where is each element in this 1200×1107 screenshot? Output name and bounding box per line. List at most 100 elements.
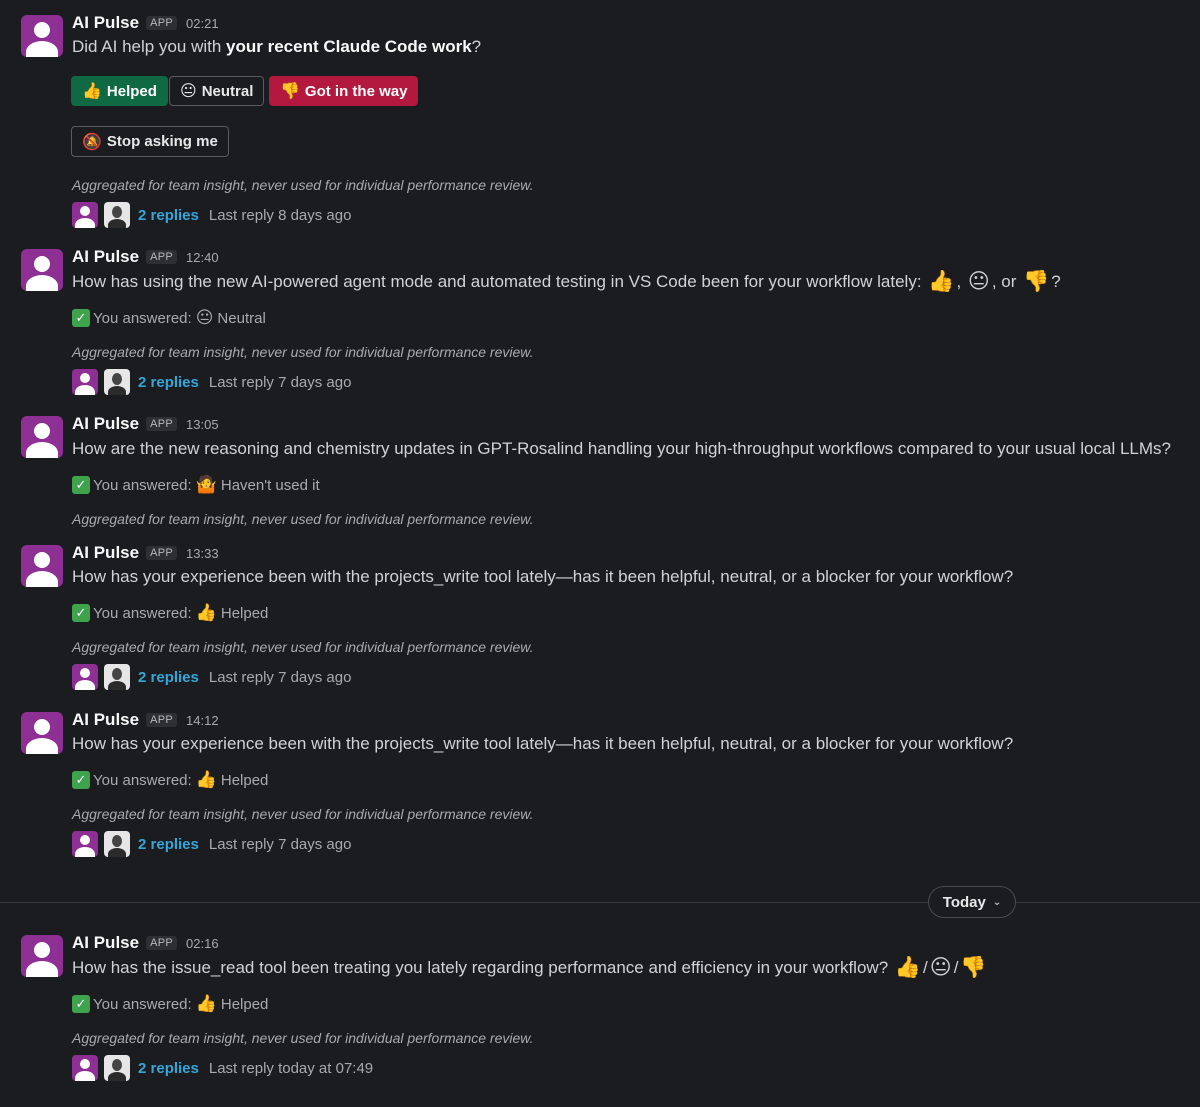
bell-off-icon: 🔕 [82, 133, 102, 151]
app-avatar-small [72, 664, 98, 690]
timestamp[interactable]: 14:12 [186, 713, 219, 728]
thumbs-down-icon: 👎 [280, 83, 300, 100]
last-reply: Last reply 7 days ago [208, 373, 352, 391]
replies-link[interactable]: 2 replies [138, 669, 199, 686]
thumbs-down-icon: 👎 [960, 956, 987, 979]
thumbs-up-icon: 👍 [894, 956, 922, 979]
app-tag: APP [146, 417, 178, 431]
app-tag: APP [146, 546, 178, 560]
user-avatar-small [104, 202, 130, 228]
neutral-face-icon: 😐 [929, 956, 952, 979]
message-text: How has your experience been with the pr… [72, 734, 1014, 753]
message-header: AI Pulse APP 02:21 [72, 13, 219, 35]
user-avatar-small [104, 831, 130, 857]
app-tag: APP [146, 250, 178, 264]
thumbs-up-icon: 👍 [195, 994, 217, 1013]
sender-name[interactable]: AI Pulse [72, 414, 139, 434]
sender-name[interactable]: AI Pulse [72, 13, 139, 33]
thread-replies[interactable]: 2 replies Last reply 7 days ago [72, 664, 351, 690]
neutral-face-icon: 😐 [180, 83, 197, 100]
replies-link[interactable]: 2 replies [138, 374, 199, 391]
last-reply: Last reply 8 days ago [208, 206, 352, 224]
neutral-face-icon: 😐 [967, 270, 990, 293]
sender-name[interactable]: AI Pulse [72, 247, 139, 267]
app-avatar-small [72, 202, 98, 228]
check-icon: ✓ [72, 604, 90, 622]
replies-link[interactable]: 2 replies [138, 836, 199, 853]
timestamp[interactable]: 02:16 [186, 936, 219, 951]
helped-button[interactable]: 👍 Helped [71, 76, 168, 106]
answer-status: ✓ You answered: 👍 Helped [72, 603, 268, 623]
thumbs-up-icon: 👍 [82, 83, 102, 100]
shrug-icon: 🤷 [195, 475, 217, 494]
chevron-down-icon: ⌄ [992, 896, 1002, 908]
check-icon: ✓ [72, 771, 90, 789]
app-tag: APP [146, 713, 178, 727]
user-avatar-small [104, 369, 130, 395]
message-text: How has your experience been with the pr… [72, 567, 1014, 586]
app-avatar-small [72, 831, 98, 857]
answer-status: ✓ You answered: 😐 Neutral [72, 308, 266, 328]
message-header: AI Pulse APP 13:33 [72, 543, 219, 565]
last-reply: Last reply today at 07:49 [208, 1059, 374, 1077]
neutral-button[interactable]: 😐 Neutral [169, 76, 265, 106]
timestamp[interactable]: 02:21 [186, 16, 219, 31]
app-avatar[interactable] [21, 249, 63, 291]
message-text: How has using the new AI-powered agent m… [72, 270, 1061, 293]
sender-name[interactable]: AI Pulse [72, 710, 139, 730]
date-label: Today [942, 893, 986, 911]
stop-asking-button[interactable]: 🔕 Stop asking me [71, 126, 229, 157]
app-avatar[interactable] [21, 15, 63, 57]
message-header: AI Pulse APP 14:12 [72, 710, 219, 732]
date-divider-line [0, 902, 1200, 903]
timestamp[interactable]: 13:33 [186, 546, 219, 561]
timestamp[interactable]: 13:05 [186, 417, 219, 432]
neutral-face-icon: 😐 [195, 308, 214, 327]
app-avatar-small [72, 369, 98, 395]
message-text: How has the issue_read tool been treatin… [72, 956, 987, 979]
privacy-note: Aggregated for team insight, never used … [72, 1030, 534, 1046]
answer-status: ✓ You answered: 👍 Helped [72, 770, 268, 790]
last-reply: Last reply 7 days ago [208, 835, 352, 853]
app-tag: APP [146, 936, 178, 950]
last-reply: Last reply 7 days ago [208, 668, 352, 686]
thread-replies[interactable]: 2 replies Last reply 7 days ago [72, 369, 351, 395]
privacy-note: Aggregated for team insight, never used … [72, 639, 534, 655]
check-icon: ✓ [72, 309, 90, 327]
timestamp[interactable]: 12:40 [186, 250, 219, 265]
thumbs-down-icon: 👎 [1023, 270, 1050, 293]
thumbs-up-icon: 👍 [195, 603, 217, 622]
thumbs-up-icon: 👍 [195, 770, 217, 789]
user-avatar-small [104, 1055, 130, 1081]
replies-link[interactable]: 2 replies [138, 1060, 199, 1077]
got-in-the-way-button[interactable]: 👎 Got in the way [269, 76, 419, 106]
app-tag: APP [146, 16, 178, 30]
app-avatar[interactable] [21, 935, 63, 977]
message-header: AI Pulse APP 13:05 [72, 414, 219, 436]
app-avatar[interactable] [21, 712, 63, 754]
user-avatar-small [104, 664, 130, 690]
app-avatar[interactable] [21, 545, 63, 587]
privacy-note: Aggregated for team insight, never used … [72, 177, 534, 193]
answer-status: ✓ You answered: 🤷 Haven't used it [72, 475, 320, 495]
sender-name[interactable]: AI Pulse [72, 933, 139, 953]
privacy-note: Aggregated for team insight, never used … [72, 511, 534, 527]
privacy-note: Aggregated for team insight, never used … [72, 806, 534, 822]
replies-link[interactable]: 2 replies [138, 207, 199, 224]
check-icon: ✓ [72, 476, 90, 494]
thread-replies[interactable]: 2 replies Last reply 7 days ago [72, 831, 351, 857]
message-header: AI Pulse APP 12:40 [72, 247, 219, 269]
check-icon: ✓ [72, 995, 90, 1013]
privacy-note: Aggregated for team insight, never used … [72, 344, 534, 360]
app-avatar-small [72, 1055, 98, 1081]
message-text: How are the new reasoning and chemistry … [72, 439, 1171, 458]
thread-replies[interactable]: 2 replies Last reply today at 07:49 [72, 1055, 373, 1081]
date-divider-button[interactable]: Today ⌄ [928, 886, 1016, 918]
message-header: AI Pulse APP 02:16 [72, 933, 219, 955]
app-avatar[interactable] [21, 416, 63, 458]
answer-status: ✓ You answered: 👍 Helped [72, 994, 268, 1014]
thumbs-up-icon: 👍 [928, 270, 955, 293]
sender-name[interactable]: AI Pulse [72, 543, 139, 563]
thread-replies[interactable]: 2 replies Last reply 8 days ago [72, 202, 351, 228]
message-text: Did AI help you with your recent Claude … [72, 37, 482, 56]
